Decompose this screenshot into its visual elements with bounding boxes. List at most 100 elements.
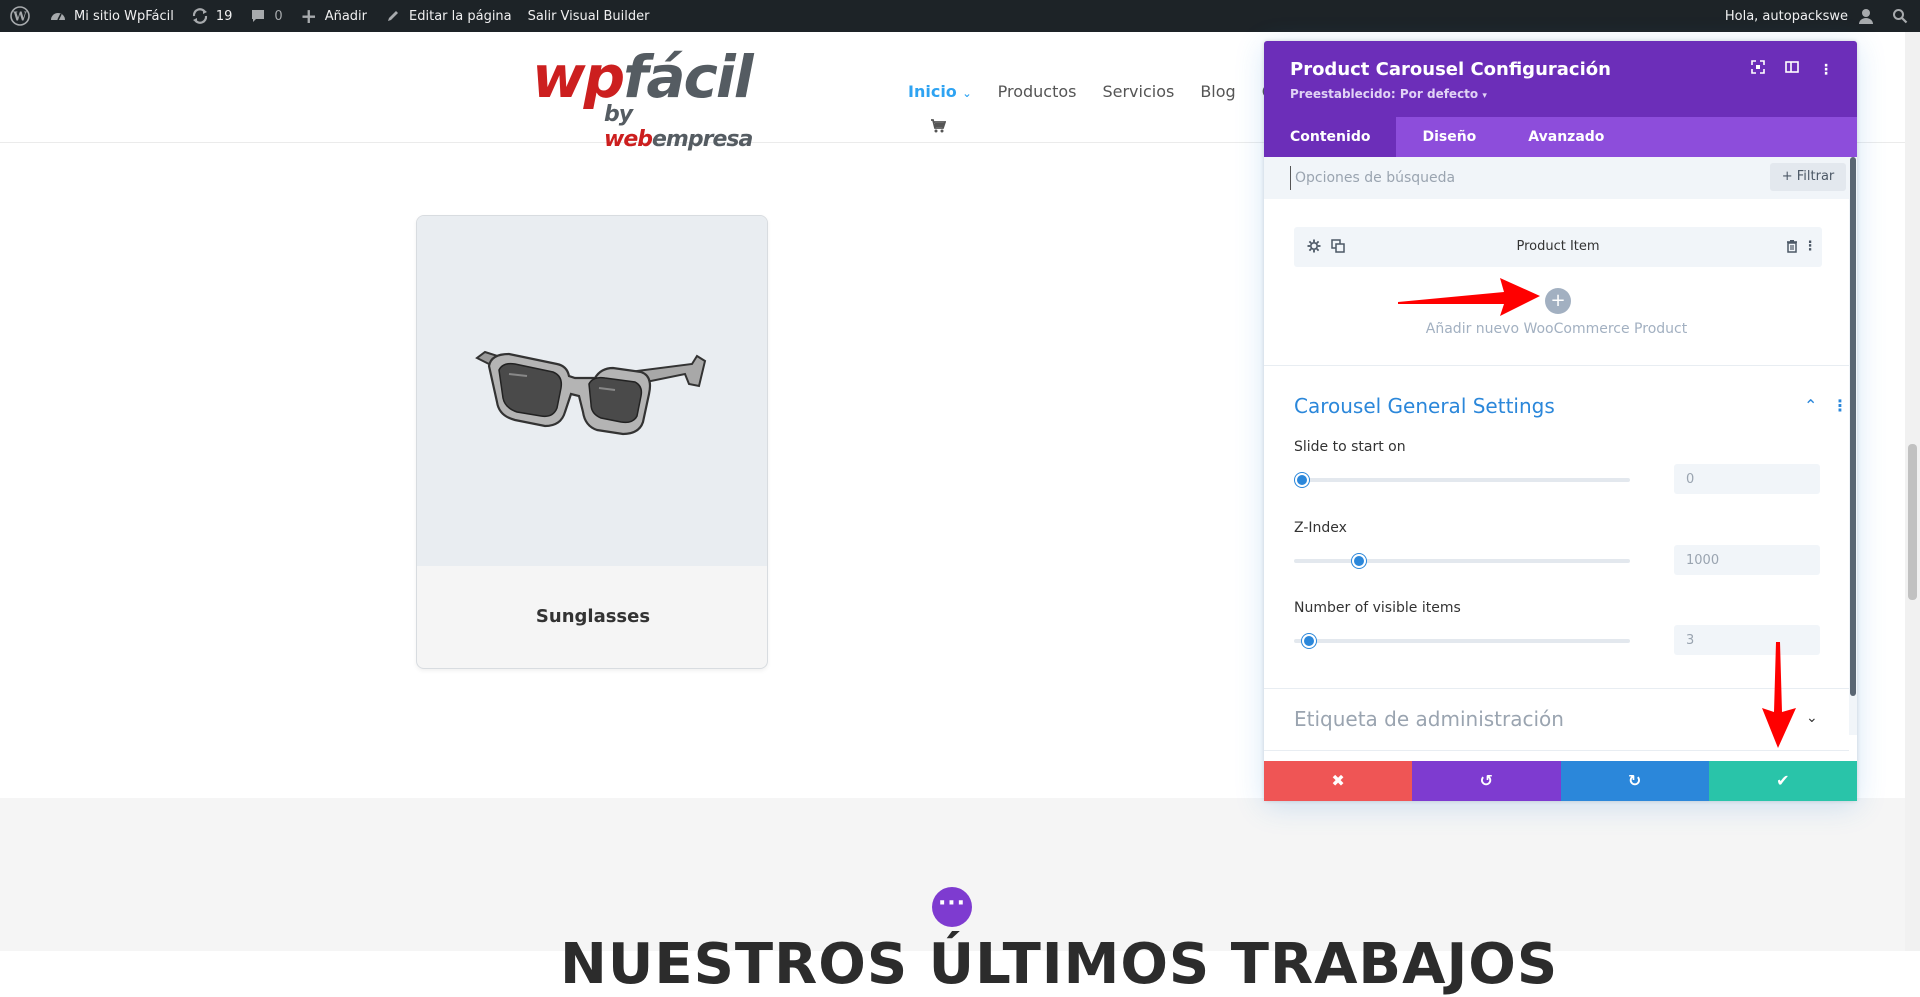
logo-web: web	[604, 127, 653, 152]
exit-visual-builder-label: Salir Visual Builder	[527, 8, 650, 24]
comments-count: 0	[274, 8, 283, 24]
svg-text:W: W	[12, 10, 27, 24]
updates-icon	[190, 6, 210, 26]
user-icon	[1856, 6, 1876, 26]
nav-label: Inicio	[908, 82, 957, 101]
visible-items-slider[interactable]	[1294, 639, 1630, 643]
z-index-input[interactable]	[1674, 545, 1820, 575]
plus-icon: +	[1781, 169, 1793, 184]
z-index-slider-handle[interactable]	[1352, 554, 1366, 568]
comments-link[interactable]: 0	[240, 0, 290, 32]
page-scrollbar-thumb[interactable]	[1908, 444, 1917, 600]
site-name-label: Mi sitio WpFácil	[74, 8, 174, 24]
updates-count: 19	[215, 8, 233, 24]
admin-search-button[interactable]	[1884, 0, 1920, 32]
tab-contenido[interactable]: Contenido	[1264, 117, 1397, 157]
plus-icon: +	[1550, 290, 1566, 311]
nav-item-productos[interactable]: Productos	[998, 82, 1077, 101]
tab-diseno[interactable]: Diseño	[1396, 117, 1502, 157]
site-name-link[interactable]: Mi sitio WpFácil	[40, 0, 182, 32]
search-icon	[1892, 8, 1908, 24]
wordpress-icon: W	[10, 6, 30, 26]
plus-icon: +	[300, 4, 318, 28]
updates-link[interactable]: 19	[182, 0, 241, 32]
product-item-row[interactable]: Product Item ⋮	[1294, 227, 1822, 267]
field-label-z-index: Z-Index	[1294, 520, 1347, 536]
more-icon[interactable]: ⋮	[1816, 60, 1836, 80]
filter-label: Filtrar	[1796, 169, 1835, 184]
comments-icon	[248, 6, 268, 26]
admin-bar: W Mi sitio WpFácil 19 0 + Añadir Editar …	[0, 0, 1920, 32]
product-image[interactable]	[417, 216, 767, 566]
logo-empresa: empresa	[652, 127, 753, 152]
undo-button[interactable]: ↺	[1412, 761, 1561, 801]
options-search-row: + Filtrar	[1264, 157, 1849, 199]
panel-tabs: Contenido Diseño Avanzado	[1264, 117, 1857, 157]
close-icon: ✖	[1331, 771, 1345, 790]
trash-icon[interactable]	[1784, 239, 1800, 255]
greeting-label: Hola, autopackswe	[1724, 8, 1848, 24]
z-index-slider[interactable]	[1294, 559, 1630, 563]
chevron-down-icon[interactable]: ⌄	[1806, 710, 1818, 726]
divider	[1264, 688, 1849, 689]
edit-page-link[interactable]: Editar la página	[375, 0, 520, 32]
more-horizontal-icon: ···	[937, 891, 967, 916]
nav-item-inicio[interactable]: Inicio ⌄	[908, 82, 972, 101]
wordpress-menu[interactable]: W	[0, 0, 40, 32]
save-button[interactable]: ✔	[1708, 761, 1857, 801]
chevron-up-icon[interactable]: ⌃	[1804, 396, 1817, 415]
section-heading: NUESTROS ÚLTIMOS TRABAJOS	[560, 932, 1559, 997]
slide-start-slider[interactable]	[1294, 478, 1630, 482]
logo-by: by	[604, 102, 633, 127]
nav-item-servicios[interactable]: Servicios	[1102, 82, 1174, 101]
logo-wordmark: wpfácil	[532, 43, 754, 111]
duplicate-icon[interactable]	[1330, 239, 1346, 255]
product-title[interactable]: Sunglasses	[417, 606, 767, 627]
visible-items-slider-handle[interactable]	[1302, 634, 1316, 648]
admin-label-heading[interactable]: Etiqueta de administración	[1294, 707, 1564, 731]
expand-icon[interactable]	[1748, 60, 1768, 80]
slide-start-slider-handle[interactable]	[1295, 473, 1309, 487]
preset-label: Preestablecido: Por defecto	[1290, 87, 1479, 101]
dashboard-icon	[48, 6, 68, 26]
section-options-button[interactable]: ···	[932, 887, 972, 927]
pencil-icon	[383, 6, 403, 26]
logo-byline: by webempresa	[604, 102, 764, 152]
gear-icon[interactable]	[1306, 239, 1322, 255]
options-search-input[interactable]	[1290, 166, 1750, 190]
check-icon: ✔	[1776, 771, 1790, 790]
main-navigation: Inicio ⌄ Productos Servicios Blog Qu	[908, 82, 1310, 101]
preset-selector[interactable]: Preestablecido: Por defecto ▾	[1290, 87, 1487, 101]
carousel-settings-heading[interactable]: Carousel General Settings	[1294, 394, 1555, 418]
account-menu[interactable]: Hola, autopackswe	[1717, 0, 1884, 32]
divider	[1264, 750, 1849, 751]
product-card[interactable]: Sunglasses	[416, 215, 768, 669]
divider	[1264, 365, 1849, 366]
more-icon[interactable]: ⋮	[1832, 396, 1848, 415]
field-label-visible-items: Number of visible items	[1294, 600, 1461, 616]
more-icon[interactable]: ⋮	[1802, 239, 1818, 255]
visible-items-input[interactable]	[1674, 625, 1820, 655]
add-item-label[interactable]: Añadir nuevo WooCommerce Product	[1264, 321, 1849, 337]
columns-icon[interactable]	[1782, 60, 1802, 80]
panel-scrollbar-thumb[interactable]	[1850, 157, 1856, 696]
filter-button[interactable]: + Filtrar	[1770, 163, 1846, 191]
undo-icon: ↺	[1479, 771, 1494, 790]
slide-start-input[interactable]	[1674, 464, 1820, 494]
redo-button[interactable]: ↻	[1560, 761, 1709, 801]
panel-header[interactable]: Product Carousel Configuración Preestabl…	[1264, 41, 1857, 117]
add-new-label: Añadir	[324, 8, 368, 24]
nav-item-blog[interactable]: Blog	[1200, 82, 1235, 101]
exit-visual-builder-link[interactable]: Salir Visual Builder	[520, 0, 658, 32]
tab-avanzado[interactable]: Avanzado	[1502, 117, 1630, 157]
add-new-link[interactable]: + Añadir	[291, 0, 375, 32]
add-item-button[interactable]: +	[1545, 288, 1571, 314]
panel-footer: ✖ ↺ ↻ ✔	[1264, 761, 1857, 801]
module-settings-panel: Product Carousel Configuración Preestabl…	[1264, 41, 1857, 801]
sunglasses-image	[475, 350, 707, 436]
site-logo[interactable]: wpfácil by webempresa	[532, 43, 764, 152]
cancel-button[interactable]: ✖	[1264, 761, 1413, 801]
cart-icon[interactable]	[930, 118, 947, 134]
logo-wp: wp	[532, 43, 625, 111]
caret-down-icon: ▾	[1482, 91, 1487, 101]
